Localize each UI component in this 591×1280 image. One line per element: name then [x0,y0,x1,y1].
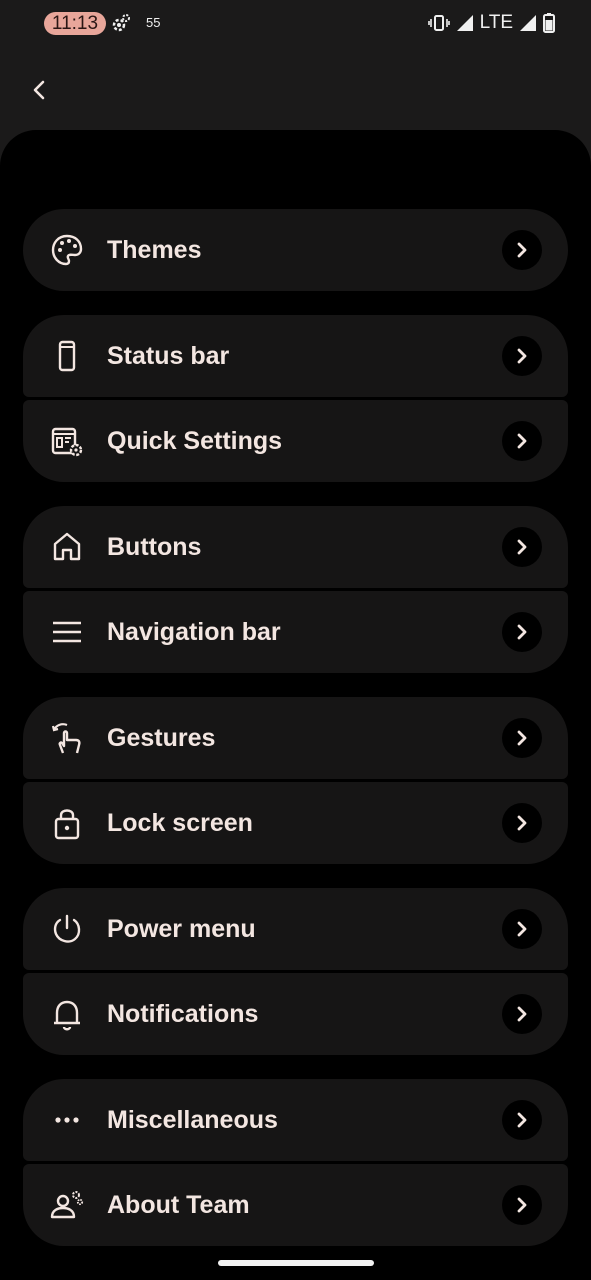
menu-item-miscellaneous[interactable]: Miscellaneous [23,1079,568,1161]
palette-icon [51,234,83,266]
settings-sync-icon [112,14,130,32]
phone-icon [58,340,76,372]
chevron-right-icon [502,909,542,949]
chevron-right-icon [502,803,542,843]
chevron-right-icon [502,1100,542,1140]
gesture-home-indicator[interactable] [218,1260,374,1266]
chevron-right-icon [502,718,542,758]
menu-lines-icon [53,621,81,643]
menu-item-label: Navigation bar [107,618,281,646]
status-time: 11:13 [44,12,106,35]
menu-item-gestures[interactable]: Gestures [23,697,568,779]
menu-item-label: Miscellaneous [107,1106,278,1134]
menu-item-navigation-bar[interactable]: Navigation bar [23,591,568,673]
menu-item-themes[interactable]: Themes [23,209,568,291]
chevron-right-icon [502,612,542,652]
lock-icon [54,809,80,840]
menu-item-label: Quick Settings [107,427,283,455]
chevron-right-icon [502,994,542,1034]
menu-item-status-bar[interactable]: Status bar [23,315,568,397]
menu-item-label: Themes [107,236,202,264]
menu-item-label: Status bar [107,342,230,370]
signal-icon [456,15,473,31]
home-icon [53,532,81,561]
top-app-bar [0,60,591,120]
status-indicators: LTE [427,11,555,35]
network-type: LTE [479,12,513,33]
chevron-right-icon [502,1185,542,1225]
menu-item-about-team[interactable]: About Team [23,1164,568,1246]
chevron-right-icon [502,527,542,567]
team-icon [50,1191,84,1219]
signal-icon-2 [520,15,536,31]
menu-item-buttons[interactable]: Buttons [23,506,568,588]
back-icon[interactable] [22,72,58,108]
chevron-right-icon [502,421,542,461]
menu-item-label: Gestures [107,724,216,752]
menu-item-label: Notifications [107,1000,259,1028]
bell-icon [54,1000,80,1031]
battery-icon [543,13,555,33]
menu-item-power-menu[interactable]: Power menu [23,888,568,970]
gesture-icon [51,723,81,754]
menu-item-lock-screen[interactable]: Lock screen [23,782,568,864]
menu-item-notifications[interactable]: Notifications [23,973,568,1055]
chevron-right-icon [502,230,542,270]
menu-item-label: About Team [107,1191,250,1219]
vibrate-icon [427,15,450,31]
notification-count: 55 [146,15,161,30]
power-icon [53,914,81,943]
menu-item-quick-settings[interactable]: Quick Settings [23,400,568,482]
more-dots-icon [55,1117,79,1123]
quick-settings-icon [51,427,83,457]
menu-item-label: Power menu [107,915,256,943]
menu-item-label: Buttons [107,533,202,561]
menu-item-label: Lock screen [107,809,253,837]
chevron-right-icon [502,336,542,376]
status-bar: 11:13 55 LTE [0,0,591,46]
